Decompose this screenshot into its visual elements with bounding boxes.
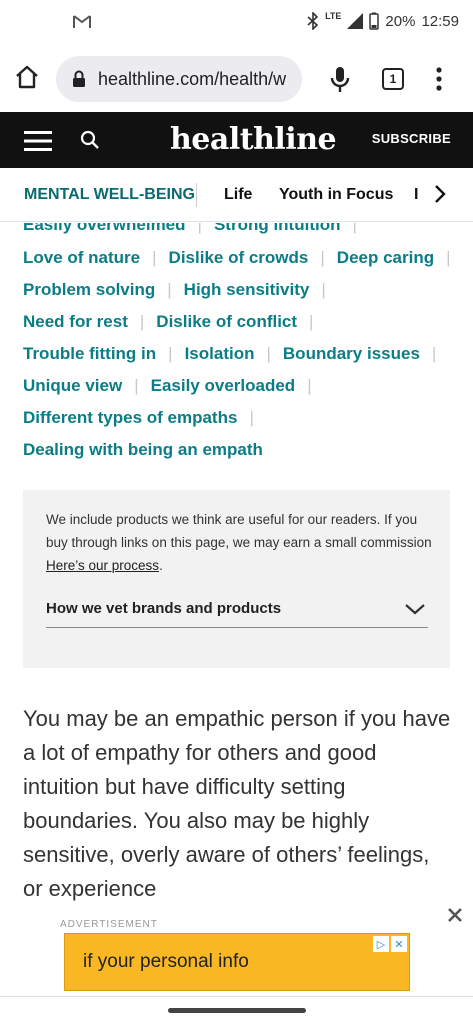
bluetooth-icon bbox=[307, 12, 319, 30]
toc-link[interactable]: Dislike of crowds bbox=[169, 248, 309, 267]
toc-row: Trouble fitting in | Isolation | Boundary is… bbox=[23, 344, 437, 363]
toc-row: Need for rest | Dislike of conflict | bbox=[23, 312, 314, 331]
url-text[interactable]: healthline.com/health/w bbox=[98, 69, 298, 90]
close-icon[interactable] bbox=[446, 906, 464, 924]
toc-link[interactable]: Easily overloaded bbox=[151, 376, 296, 395]
ad-choices[interactable]: ▷ ✕ bbox=[373, 936, 407, 952]
address-bar[interactable]: healthline.com/health/w bbox=[56, 56, 302, 102]
gmail-icon bbox=[73, 15, 91, 28]
vet-brands-accordion[interactable]: How we vet brands and products bbox=[46, 600, 428, 628]
network-type: LTE bbox=[325, 11, 342, 21]
toc-row: Dealing with being an empath bbox=[23, 440, 263, 460]
nav-item-life[interactable]: Life bbox=[224, 186, 252, 204]
signal-icon bbox=[347, 13, 364, 29]
toc-link[interactable]: Unique view bbox=[23, 376, 122, 395]
toc-link[interactable]: Love of nature bbox=[23, 248, 140, 267]
ad-text[interactable]: if your personal info bbox=[83, 951, 249, 973]
toc-row: Different types of empaths | bbox=[23, 408, 254, 427]
disclosure-text: We include products we think are useful … bbox=[46, 512, 432, 573]
tab-switcher-button[interactable]: 1 bbox=[382, 68, 404, 90]
our-process-link[interactable]: Here’s our process bbox=[46, 558, 159, 573]
advertisement-label: ADVERTISEMENT bbox=[60, 919, 158, 930]
microphone-icon[interactable] bbox=[330, 66, 350, 94]
gesture-home-bar[interactable] bbox=[168, 1008, 306, 1013]
chevron-down-icon[interactable] bbox=[404, 602, 426, 616]
home-icon[interactable] bbox=[14, 64, 40, 90]
toc-row: Love of nature | Dislike of crowds | Deep ca… bbox=[23, 248, 451, 267]
toc-link[interactable]: Isolation bbox=[185, 344, 255, 363]
toc-link[interactable]: Dislike of conflict bbox=[156, 312, 297, 331]
nav-item-mental-well-being[interactable]: MENTAL WELL-BEING bbox=[24, 186, 195, 204]
ad-choices-icon[interactable]: ▷ bbox=[373, 936, 389, 952]
nav-item-youth-in-focus[interactable]: Youth in Focus bbox=[279, 186, 393, 204]
vet-brands-label: How we vet brands and products bbox=[46, 600, 282, 617]
toc-link[interactable]: Deep caring bbox=[337, 248, 434, 267]
healthline-logo[interactable]: healthline bbox=[170, 122, 337, 157]
toc-row: Unique view | Easily overloaded | bbox=[23, 376, 312, 395]
toc-link[interactable]: Different types of empaths bbox=[23, 408, 237, 427]
article-paragraph: You may be an empathic person if you hav… bbox=[23, 706, 451, 901]
ad-close-icon[interactable]: ✕ bbox=[391, 936, 407, 952]
toc-link[interactable]: Trouble fitting in bbox=[23, 344, 156, 363]
subscribe-button[interactable]: SUBSCRIBE bbox=[372, 131, 451, 146]
toc-link[interactable]: Easily overwhelmed bbox=[23, 223, 186, 234]
ad-banner[interactable]: if your personal info ▷ ✕ bbox=[64, 933, 410, 991]
battery-icon bbox=[369, 12, 380, 30]
status-bar: LTE 20% 12:59 bbox=[0, 0, 473, 48]
affiliate-disclosure: We include products we think are useful … bbox=[23, 490, 450, 668]
battery-percent: 20% bbox=[385, 12, 416, 30]
site-header: healthline SUBSCRIBE bbox=[0, 112, 473, 168]
chevron-right-icon[interactable] bbox=[432, 181, 448, 207]
lock-icon[interactable] bbox=[72, 70, 86, 88]
category-nav: MENTAL WELL-BEING Life Youth in Focus I bbox=[0, 168, 473, 222]
toc-link[interactable]: High sensitivity bbox=[184, 280, 310, 299]
more-options-icon[interactable] bbox=[434, 66, 444, 92]
browser-toolbar: healthline.com/health/w 1 bbox=[0, 50, 473, 110]
table-of-contents: Easily overwhelmed | Strong intuition | Lov… bbox=[0, 223, 473, 478]
search-icon[interactable] bbox=[80, 130, 100, 150]
toc-link[interactable]: Dealing with being an empath bbox=[23, 440, 263, 459]
toc-link[interactable]: Boundary issues bbox=[283, 344, 420, 363]
toc-link[interactable]: Problem solving bbox=[23, 280, 155, 299]
nav-divider bbox=[196, 183, 197, 207]
toc-row: Problem solving | High sensitivity | bbox=[23, 280, 326, 299]
toc-link[interactable]: Need for rest bbox=[23, 312, 128, 331]
toc-row: Easily overwhelmed | Strong intuition | bbox=[23, 223, 369, 235]
toc-link[interactable]: Strong intuition bbox=[214, 223, 341, 234]
divider bbox=[0, 996, 473, 997]
hamburger-menu-icon[interactable] bbox=[24, 131, 52, 151]
nav-item-truncated[interactable]: I bbox=[414, 186, 418, 204]
clock: 12:59 bbox=[421, 12, 459, 30]
